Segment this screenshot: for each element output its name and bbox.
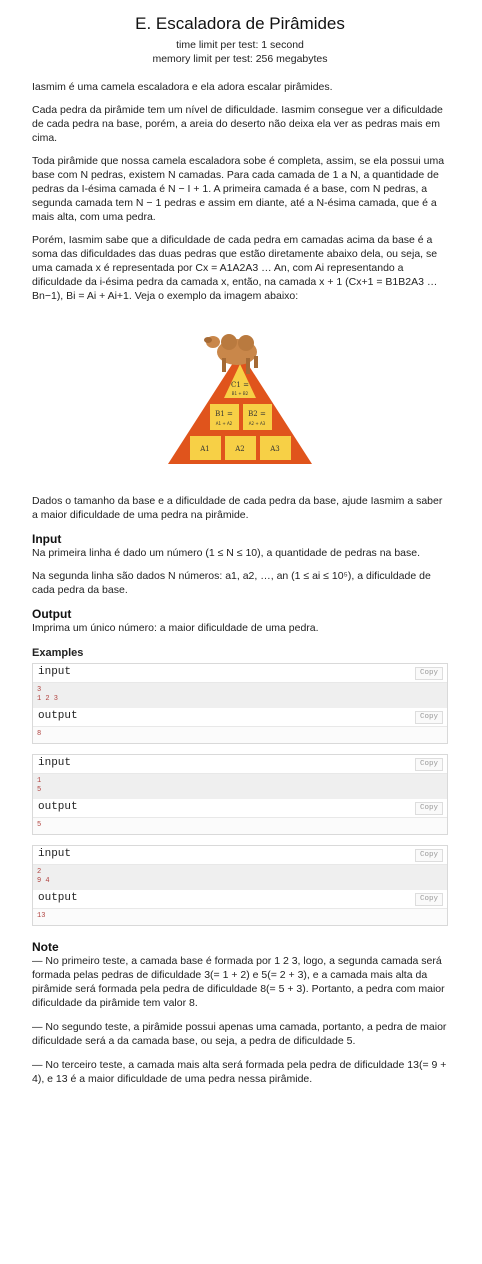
statement-paragraph-4: Porém, Iasmim sabe que a dificuldade de … xyxy=(32,234,438,302)
example-3-output-body: 13 xyxy=(33,909,447,925)
input-heading: Input xyxy=(32,532,62,546)
memory-limit: memory limit per test: 256 megabytes xyxy=(152,53,328,65)
note-heading: Note xyxy=(32,940,59,954)
figure-mid-right-sub: A2 + A3 xyxy=(249,421,266,426)
example-1-input-copy-button[interactable]: Copy xyxy=(414,667,443,680)
example-3-output-label: output xyxy=(38,892,78,904)
figure-mid-right-label: B2 = xyxy=(248,410,266,418)
figure-base-label-3: A3 xyxy=(269,445,280,453)
example-1-output-header: output Copy xyxy=(33,708,447,727)
pyramid-illustration: C1 = B1 + B2 B1 = A1 + A2 B2 = A2 + A3 A… xyxy=(168,334,312,464)
problem-page: E. Escaladora de Pirâmides time limit pe… xyxy=(32,0,448,1096)
example-3-input-label: input xyxy=(38,848,72,860)
example-2-input-line-2: 5 xyxy=(37,786,42,794)
example-2-output-line-1: 5 xyxy=(37,821,42,829)
example-1-input-line-1: 3 xyxy=(37,686,42,694)
output-paragraph-1: Imprima um único número: a maior dificul… xyxy=(32,622,319,634)
example-2-input-body: 1 5 xyxy=(33,774,447,799)
output-heading: Output xyxy=(32,607,72,621)
example-2-output-copy-button[interactable]: Copy xyxy=(414,802,443,815)
figure-mid-left-label: B1 = xyxy=(215,410,233,418)
figure-base-label-2: A2 xyxy=(234,445,245,453)
example-1-input-header: input Copy xyxy=(33,664,447,683)
example-2-input-label: input xyxy=(38,757,72,769)
example-1-output-label: output xyxy=(38,710,78,722)
example-1: input Copy 3 1 2 3 output Copy 8 xyxy=(32,663,448,744)
example-2-input-line-1: 1 xyxy=(37,777,42,785)
example-1-input-label: input xyxy=(38,666,72,678)
example-3-input-header: input Copy xyxy=(33,846,447,865)
note-section: Note — No primeiro teste, a camada base … xyxy=(32,940,448,1086)
statement-paragraph-1: Iasmim é uma camela escaladora e ela ado… xyxy=(32,81,333,93)
example-2-input-copy-button[interactable]: Copy xyxy=(414,758,443,771)
example-2-output-body: 5 xyxy=(33,818,447,834)
example-3-input-body: 2 9 4 xyxy=(33,865,447,890)
input-paragraph-2: Na segunda linha são dados N números: a1… xyxy=(32,570,431,596)
example-2: input Copy 1 5 output Copy 5 xyxy=(32,754,448,835)
example-2-input-header: input Copy xyxy=(33,755,447,774)
example-3-input-line-1: 2 xyxy=(37,868,42,876)
example-3-output-header: output Copy xyxy=(33,890,447,909)
example-1-input-line-2: 1 2 3 xyxy=(37,695,59,703)
example-1-input-body: 3 1 2 3 xyxy=(33,683,447,708)
example-1-output-body: 8 xyxy=(33,727,447,743)
examples-heading: Examples xyxy=(32,647,84,659)
figure-top-sub: B1 + B2 xyxy=(232,391,249,396)
figure-top-label: C1 = xyxy=(231,381,249,389)
example-2-output-label: output xyxy=(38,801,78,813)
example-2-output-header: output Copy xyxy=(33,799,447,818)
figure-mid-left-sub: A1 + A2 xyxy=(216,421,233,426)
example-1-output-line-1: 8 xyxy=(37,730,42,738)
note-paragraph-1: — No primeiro teste, a camada base é for… xyxy=(32,955,445,1009)
statement-paragraph-5: Dados o tamanho da base e a dificuldade … xyxy=(32,495,443,521)
figure-base-label-1: A1 xyxy=(199,445,210,453)
example-3: input Copy 2 9 4 output Copy 13 xyxy=(32,845,448,926)
pyramid-figure: C1 = B1 + B2 B1 = A1 + A2 B2 = A2 + A3 A… xyxy=(32,312,448,482)
note-paragraph-2: — No segundo teste, a pirâmide possui ap… xyxy=(32,1021,447,1047)
statement-paragraph-3: Toda pirâmide que nossa camela escalador… xyxy=(32,155,445,223)
example-1-output-copy-button[interactable]: Copy xyxy=(414,711,443,724)
input-paragraph-1: Na primeira linha é dado um número (1 ≤ … xyxy=(32,547,421,559)
time-limit: time limit per test: 1 second xyxy=(176,39,304,51)
example-3-input-line-2: 9 4 xyxy=(37,877,50,885)
statement-paragraph-2: Cada pedra da pirâmide tem um nível de d… xyxy=(32,104,443,144)
note-paragraph-3: — No terceiro teste, a camada mais alta … xyxy=(32,1059,447,1085)
example-3-output-line-1: 13 xyxy=(37,912,46,920)
example-3-input-copy-button[interactable]: Copy xyxy=(414,849,443,862)
example-3-output-copy-button[interactable]: Copy xyxy=(414,893,443,906)
problem-title: E. Escaladora de Pirâmides xyxy=(135,14,345,33)
